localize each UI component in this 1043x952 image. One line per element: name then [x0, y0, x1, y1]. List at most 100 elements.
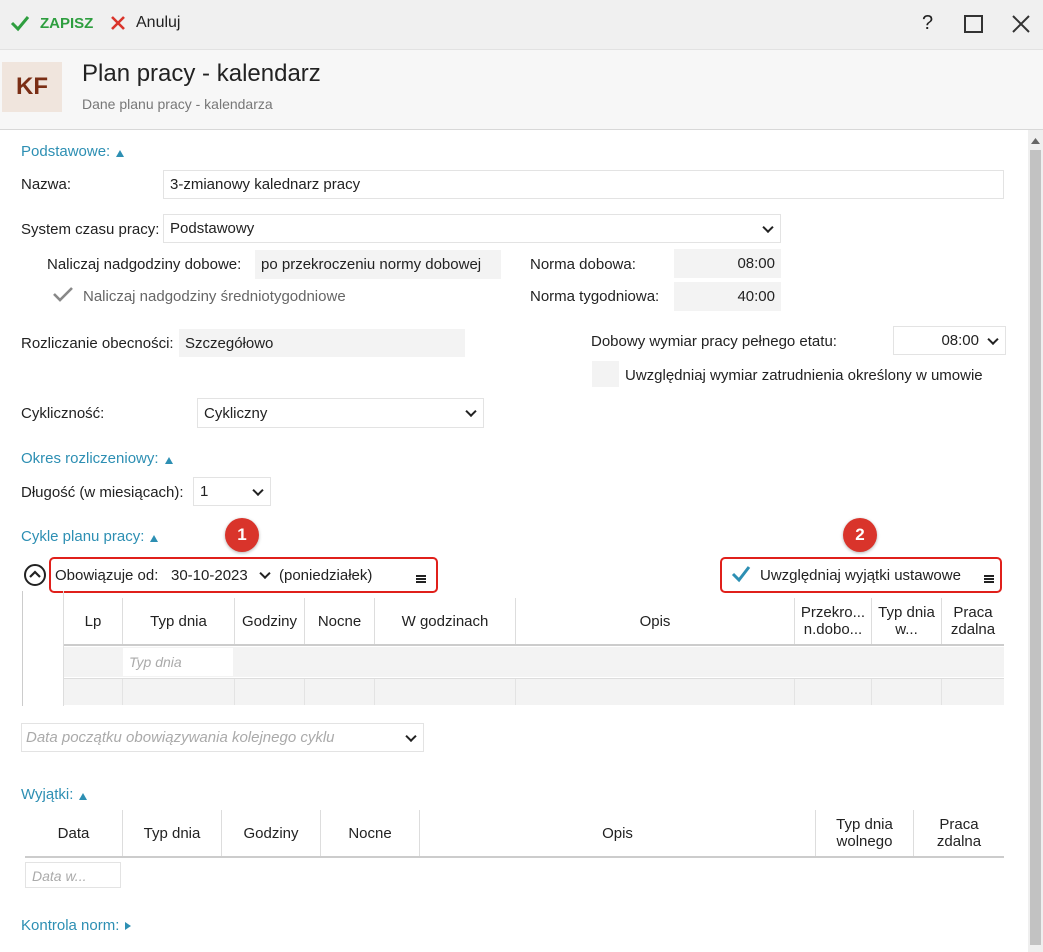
annotation-badge-2: 2 — [843, 518, 877, 552]
section-okres-label: Okres rozliczeniowy: — [21, 450, 159, 467]
maximize-icon[interactable] — [964, 15, 983, 33]
rozliczanie-label: Rozliczanie obecności: — [21, 335, 174, 352]
close-window-icon[interactable] — [1012, 15, 1030, 33]
chevron-down-icon — [762, 221, 774, 233]
dobowy-label: Dobowy wymiar pracy pełnego etatu: — [591, 333, 837, 350]
kolejny-cykl-placeholder: Data początku obowiązywania kolejnego cy… — [26, 729, 335, 746]
norma-dobowa-label: Norma dobowa: — [530, 256, 636, 273]
help-button[interactable]: ? — [922, 12, 933, 35]
obowiazuje-day: (poniedziałek) — [279, 567, 373, 584]
norma-tyg-label: Norma tygodniowa: — [530, 288, 660, 305]
system-label: System czasu pracy: — [21, 221, 160, 238]
col-typ-dnia-wolnego[interactable]: Typ dnia wolnego — [816, 810, 914, 856]
section-wyjatki-label: Wyjątki: — [21, 786, 74, 803]
naliczaj-value: po przekroczeniu normy dobowej — [261, 256, 482, 273]
scroll-up-arrow-icon[interactable] — [1031, 138, 1040, 144]
naliczaj-field: po przekroczeniu normy dobowej — [255, 250, 501, 279]
col-typ-dnia[interactable]: Typ dnia — [123, 598, 235, 644]
col-nocne[interactable]: Nocne — [305, 598, 375, 644]
col-opis[interactable]: Opis — [420, 810, 816, 856]
scrollbar-thumb[interactable] — [1030, 150, 1041, 945]
section-cykle[interactable]: Cykle planu pracy: — [21, 528, 159, 545]
dobowy-value: 08:00 — [941, 332, 979, 349]
col-typ-dnia-w[interactable]: Typ dnia w... — [872, 598, 942, 644]
naliczaj-label: Naliczaj nadgodziny dobowe: — [47, 256, 242, 273]
typ-dnia-placeholder: Typ dnia — [129, 654, 182, 670]
chevron-down-icon — [465, 405, 477, 418]
rozliczanie-value: Szczegółowo — [185, 334, 274, 352]
annotation-badge-1: 1 — [225, 518, 259, 552]
cycle-grid-footer — [64, 678, 1004, 705]
dlugosc-value: 1 — [200, 483, 209, 500]
col-data[interactable]: Data — [25, 810, 123, 856]
col-typ-dnia[interactable]: Typ dnia — [123, 810, 222, 856]
col-w-godzinach[interactable]: W godzinach — [375, 598, 516, 644]
cyklicznosc-value: Cykliczny — [204, 404, 268, 422]
wyjatki-grid-header: Data Typ dnia Godziny Nocne Opis Typ dni… — [25, 810, 1004, 858]
norma-dobowa-value: 08:00 — [737, 255, 775, 272]
chevron-down-icon — [259, 567, 271, 580]
chevron-down-icon — [405, 730, 417, 742]
section-wyjatki[interactable]: Wyjątki: — [21, 786, 88, 803]
toolbar: ZAPISZ Anuluj ? — [0, 0, 1043, 50]
obowiazuje-date-select[interactable]: 30-10-2023 — [167, 561, 275, 589]
col-przekroczenie[interactable]: Przekro... n.dobo... — [795, 598, 872, 644]
col-nocne[interactable]: Nocne — [321, 810, 420, 856]
section-okres[interactable]: Okres rozliczeniowy: — [21, 450, 173, 467]
obowiazuje-label: Obowiązuje od: — [55, 567, 159, 584]
cancel-button[interactable]: Anuluj — [110, 14, 180, 32]
system-select[interactable]: Podstawowy — [163, 214, 781, 243]
page-title: Plan pracy - kalendarz — [82, 60, 321, 87]
col-godziny[interactable]: Godziny — [222, 810, 321, 856]
collapse-triangle-icon — [150, 535, 159, 542]
col-praca-zdalna[interactable]: Praca zdalna — [942, 598, 1004, 644]
section-cykle-label: Cykle planu pracy: — [21, 528, 145, 545]
cyklicznosc-select[interactable]: Cykliczny — [197, 398, 484, 428]
data-wyjatku-placeholder: Data w... — [32, 868, 87, 884]
uwzgl-wyjatki-check-icon[interactable] — [731, 565, 751, 583]
cancel-label: Anuluj — [136, 14, 181, 31]
save-button[interactable]: ZAPISZ — [10, 14, 93, 32]
collapse-triangle-icon — [79, 793, 88, 800]
section-podstawowe[interactable]: Podstawowe: — [21, 143, 125, 160]
menu-hamburger-icon[interactable] — [984, 570, 994, 587]
norma-tyg-field: 40:00 — [674, 282, 781, 311]
col-praca-zdalna[interactable]: Praca zdalna — [914, 810, 1004, 856]
dobowy-select[interactable]: 08:00 — [893, 326, 1006, 355]
obowiazuje-date-value: 30-10-2023 — [171, 566, 248, 584]
checkmark-icon — [10, 16, 30, 32]
chevron-down-icon — [252, 484, 264, 496]
nazwa-field[interactable]: 3-zmianowy kalednarz pracy — [163, 170, 1004, 199]
col-opis[interactable]: Opis — [516, 598, 795, 644]
nazwa-label: Nazwa: — [21, 176, 72, 193]
section-kontrola[interactable]: Kontrola norm: — [21, 917, 132, 934]
typ-dnia-input[interactable]: Typ dnia — [123, 648, 233, 676]
expand-triangle-icon — [125, 922, 132, 930]
collapse-triangle-icon — [116, 150, 125, 157]
cyklicznosc-label: Cykliczność: — [21, 405, 105, 422]
avatar: KF — [2, 62, 62, 112]
page-subtitle: Dane planu pracy - kalendarza — [82, 96, 273, 112]
uwzgl-wymiar-checkbox[interactable] — [592, 361, 619, 387]
collapse-cycle-button[interactable] — [24, 564, 46, 586]
system-value: Podstawowy — [170, 220, 255, 237]
norma-dobowa-field: 08:00 — [674, 249, 781, 278]
rozliczanie-field: Szczegółowo — [179, 329, 465, 357]
section-podstawowe-label: Podstawowe: — [21, 143, 111, 160]
cycle-grid-header: Lp Typ dnia Godziny Nocne W godzinach Op… — [64, 598, 1004, 646]
norma-tyg-value: 40:00 — [737, 288, 775, 305]
chevron-down-icon — [987, 333, 999, 345]
kolejny-cykl-select[interactable]: Data początku obowiązywania kolejnego cy… — [21, 723, 424, 752]
close-x-icon — [111, 16, 125, 30]
col-godziny[interactable]: Godziny — [235, 598, 305, 644]
col-lp[interactable]: Lp — [64, 598, 123, 644]
nazwa-value: 3-zmianowy kalednarz pracy — [170, 176, 361, 193]
menu-hamburger-icon[interactable] — [416, 570, 426, 587]
dlugosc-select[interactable]: 1 — [193, 477, 271, 506]
save-label: ZAPISZ — [40, 14, 94, 32]
data-wyjatku-input[interactable]: Data w... — [25, 862, 121, 888]
srednio-checkbox-check-icon[interactable] — [52, 285, 74, 303]
chevron-up-icon — [29, 570, 41, 578]
dlugosc-label: Długość (w miesiącach): — [21, 484, 184, 501]
uwzgl-wyjatki-label: Uwzględniaj wyjątki ustawowe — [760, 567, 961, 584]
